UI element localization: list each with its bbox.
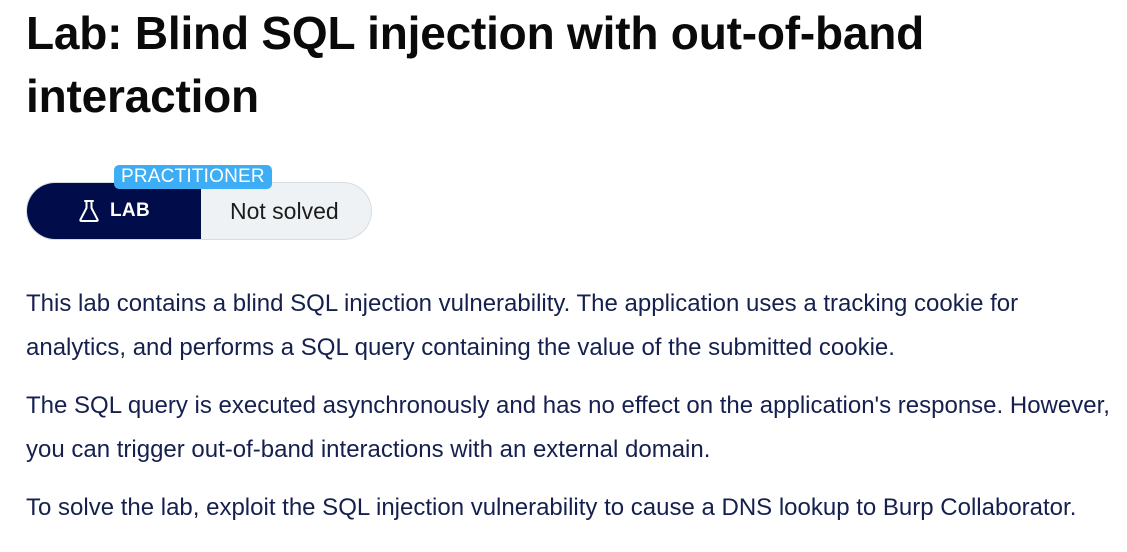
description-paragraph: To solve the lab, exploit the SQL inject… <box>26 494 1077 521</box>
lab-badge: LAB <box>27 183 201 239</box>
flask-icon <box>79 200 99 222</box>
page-title: Lab: Blind SQL injection with out-of-ban… <box>26 7 925 122</box>
lab-status-pill: LAB Not solved <box>26 182 372 240</box>
status-badge: Not solved <box>230 197 339 224</box>
lab-page: Lab: Blind SQL injection with out-of-ban… <box>26 0 1121 544</box>
lab-badge-label: LAB <box>110 200 150 221</box>
description-paragraph: The SQL query is executed asynchronously… <box>26 392 1110 463</box>
lab-description: This lab contains a blind SQL injection … <box>26 282 1121 530</box>
description-paragraph: This lab contains a blind SQL injection … <box>26 290 1019 361</box>
level-tag: PRACTITIONER <box>114 165 272 189</box>
lab-status-widget: PRACTITIONER LAB Not solved <box>26 165 386 241</box>
